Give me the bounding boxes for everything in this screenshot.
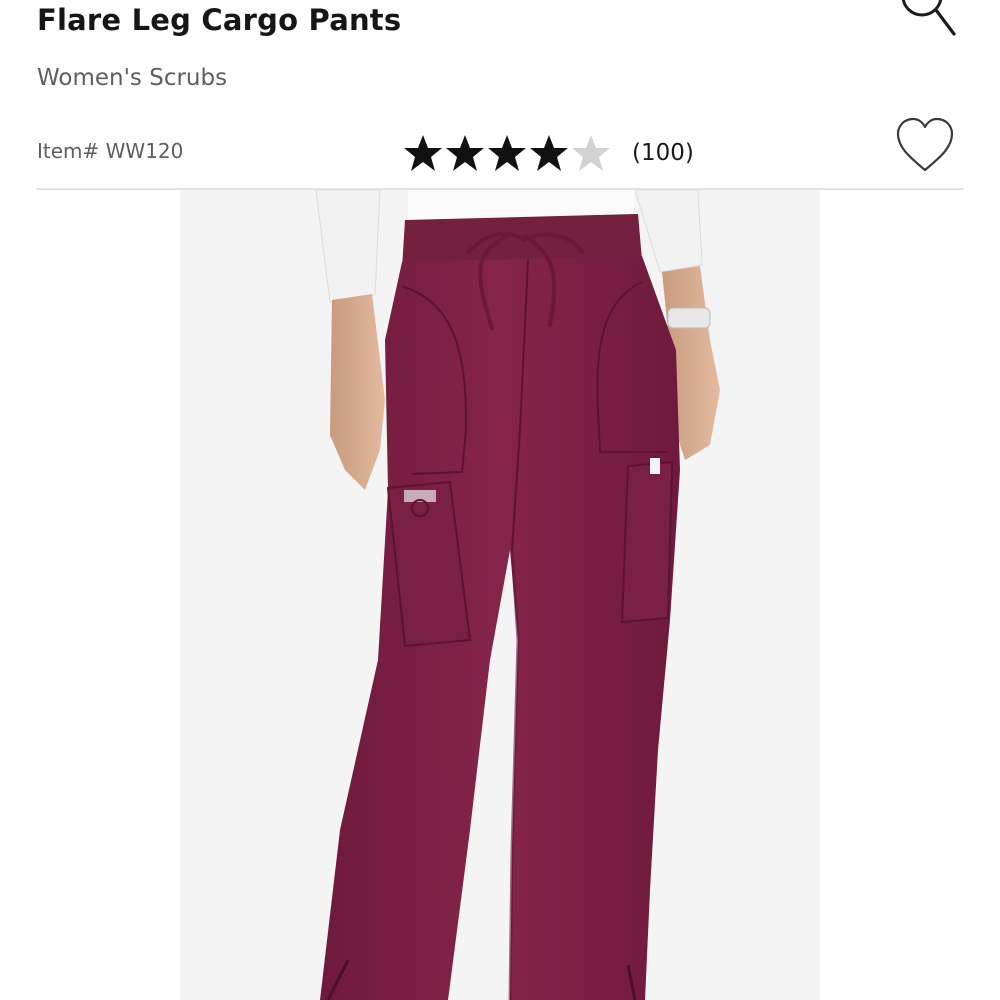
search-icon xyxy=(901,0,956,36)
rating-stars xyxy=(402,133,612,173)
star-empty-icon xyxy=(572,135,610,171)
rating-summary[interactable]: (100) xyxy=(402,131,694,175)
star-filled-icon xyxy=(530,135,568,171)
search-button[interactable] xyxy=(888,0,960,40)
heart-outline-icon xyxy=(896,117,954,172)
item-number: Item# WW120 xyxy=(37,139,184,163)
product-photo-illustration xyxy=(180,190,820,1000)
review-count-link[interactable]: (100) xyxy=(632,140,694,166)
favorite-button[interactable] xyxy=(893,116,957,176)
product-title: Flare Leg Cargo Pants xyxy=(37,3,402,37)
star-filled-icon xyxy=(404,135,442,171)
star-filled-icon xyxy=(488,135,526,171)
star-filled-icon xyxy=(446,135,484,171)
product-image[interactable] xyxy=(180,190,820,1000)
product-category: Women's Scrubs xyxy=(37,65,228,91)
